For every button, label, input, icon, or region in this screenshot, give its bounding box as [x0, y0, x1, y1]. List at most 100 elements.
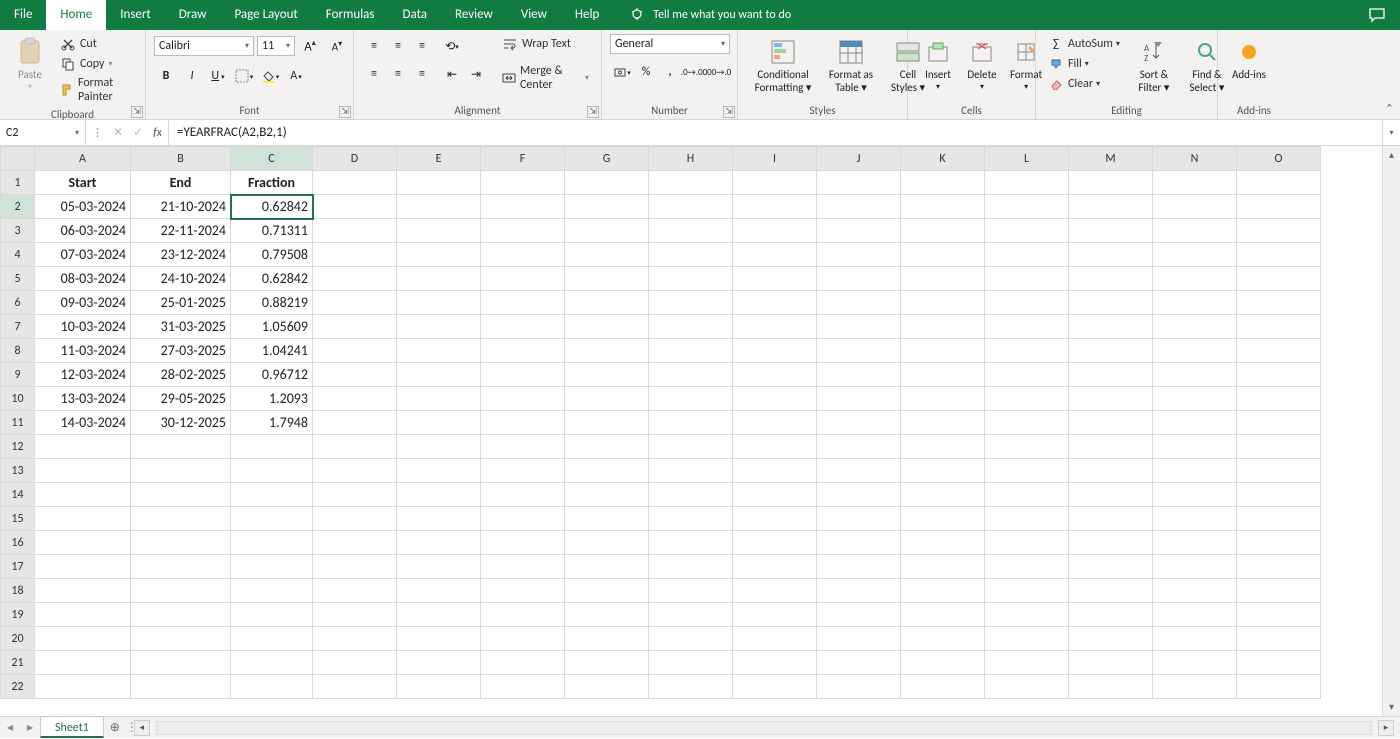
cell[interactable] — [313, 363, 397, 387]
cell[interactable]: 28-02-2025 — [131, 363, 231, 387]
cell[interactable]: 31-03-2025 — [131, 315, 231, 339]
cell[interactable] — [35, 507, 131, 531]
cell[interactable] — [649, 339, 733, 363]
cell[interactable] — [397, 555, 481, 579]
cell[interactable] — [565, 435, 649, 459]
cell[interactable] — [901, 291, 985, 315]
cell[interactable] — [131, 459, 231, 483]
cell[interactable]: 30-12-2025 — [131, 411, 231, 435]
row-header[interactable]: 19 — [1, 603, 35, 627]
row-header[interactable]: 4 — [1, 243, 35, 267]
cell[interactable] — [313, 291, 397, 315]
cell[interactable] — [313, 555, 397, 579]
cell[interactable] — [817, 219, 901, 243]
cell[interactable]: 23-12-2024 — [131, 243, 231, 267]
cell[interactable] — [231, 507, 313, 531]
row-header[interactable]: 2 — [1, 195, 35, 219]
cell[interactable] — [733, 555, 817, 579]
merge-center-button[interactable]: Merge & Center ▾ — [498, 62, 593, 94]
cell[interactable] — [397, 459, 481, 483]
cell[interactable] — [481, 195, 565, 219]
cell[interactable] — [35, 651, 131, 675]
cell[interactable] — [313, 339, 397, 363]
row-header[interactable]: 18 — [1, 579, 35, 603]
cell[interactable] — [649, 315, 733, 339]
cell[interactable] — [733, 243, 817, 267]
cell[interactable] — [985, 603, 1069, 627]
cell[interactable] — [231, 603, 313, 627]
cell[interactable] — [1153, 267, 1237, 291]
cell[interactable] — [1237, 579, 1321, 603]
cell[interactable] — [901, 459, 985, 483]
cell[interactable]: 0.62842 — [231, 195, 313, 219]
cell[interactable] — [1069, 531, 1153, 555]
cell[interactable] — [1069, 195, 1153, 219]
cell[interactable] — [733, 675, 817, 699]
cell[interactable] — [817, 243, 901, 267]
row-header[interactable]: 22 — [1, 675, 35, 699]
cell[interactable] — [1237, 339, 1321, 363]
cell[interactable] — [1237, 531, 1321, 555]
cell[interactable] — [733, 627, 817, 651]
column-header[interactable]: D — [313, 147, 397, 171]
cell[interactable]: 1.2093 — [231, 387, 313, 411]
cell[interactable] — [733, 411, 817, 435]
row-header[interactable]: 1 — [1, 171, 35, 195]
cell[interactable] — [1069, 603, 1153, 627]
cell[interactable] — [901, 579, 985, 603]
wrap-text-button[interactable]: Wrap Text — [498, 34, 593, 54]
cell[interactable] — [985, 315, 1069, 339]
cell[interactable] — [481, 171, 565, 195]
fill-button[interactable]: Fill▾ — [1044, 54, 1124, 74]
cell[interactable] — [35, 627, 131, 651]
cell[interactable] — [1237, 603, 1321, 627]
cell[interactable] — [481, 339, 565, 363]
cell[interactable] — [397, 387, 481, 411]
number-launcher[interactable]: ⇲ — [723, 106, 735, 118]
cell[interactable] — [397, 315, 481, 339]
cell[interactable] — [1153, 411, 1237, 435]
cell[interactable] — [817, 651, 901, 675]
insert-cells-button[interactable]: Insert▾ — [916, 34, 960, 96]
cell[interactable] — [481, 651, 565, 675]
cell[interactable] — [565, 387, 649, 411]
font-color-button[interactable]: A▾ — [285, 65, 307, 87]
cell[interactable] — [1069, 627, 1153, 651]
cell[interactable] — [35, 579, 131, 603]
cell[interactable] — [817, 579, 901, 603]
cell[interactable] — [985, 339, 1069, 363]
column-header[interactable]: A — [35, 147, 131, 171]
cell[interactable] — [565, 339, 649, 363]
cell[interactable] — [565, 531, 649, 555]
cell[interactable] — [985, 171, 1069, 195]
cell[interactable] — [481, 291, 565, 315]
cell[interactable] — [1069, 411, 1153, 435]
cell[interactable] — [733, 339, 817, 363]
cell[interactable] — [397, 531, 481, 555]
cell[interactable] — [1153, 435, 1237, 459]
cell[interactable] — [1237, 507, 1321, 531]
menu-tab-insert[interactable]: Insert — [106, 0, 165, 30]
cell[interactable] — [1153, 483, 1237, 507]
cell[interactable] — [397, 195, 481, 219]
cell[interactable] — [1153, 459, 1237, 483]
sheet-tab[interactable]: Sheet1 — [40, 716, 104, 738]
column-header[interactable]: L — [985, 147, 1069, 171]
increase-decimal-button[interactable]: .0→.00 — [683, 61, 705, 83]
cell[interactable] — [817, 675, 901, 699]
cell[interactable] — [397, 627, 481, 651]
cell[interactable] — [397, 651, 481, 675]
column-header[interactable]: F — [481, 147, 565, 171]
cell[interactable] — [1237, 651, 1321, 675]
cell[interactable] — [131, 531, 231, 555]
decrease-font-button[interactable]: A▾ — [326, 35, 348, 57]
cell[interactable] — [565, 603, 649, 627]
cell[interactable] — [1153, 531, 1237, 555]
copy-button[interactable]: Copy ▾ — [56, 54, 137, 74]
cell[interactable] — [397, 243, 481, 267]
increase-indent-button[interactable]: ⇥ — [465, 63, 487, 85]
cell[interactable] — [901, 171, 985, 195]
align-middle-button[interactable]: ≡ — [387, 35, 409, 57]
cell[interactable] — [649, 195, 733, 219]
cell[interactable] — [733, 363, 817, 387]
